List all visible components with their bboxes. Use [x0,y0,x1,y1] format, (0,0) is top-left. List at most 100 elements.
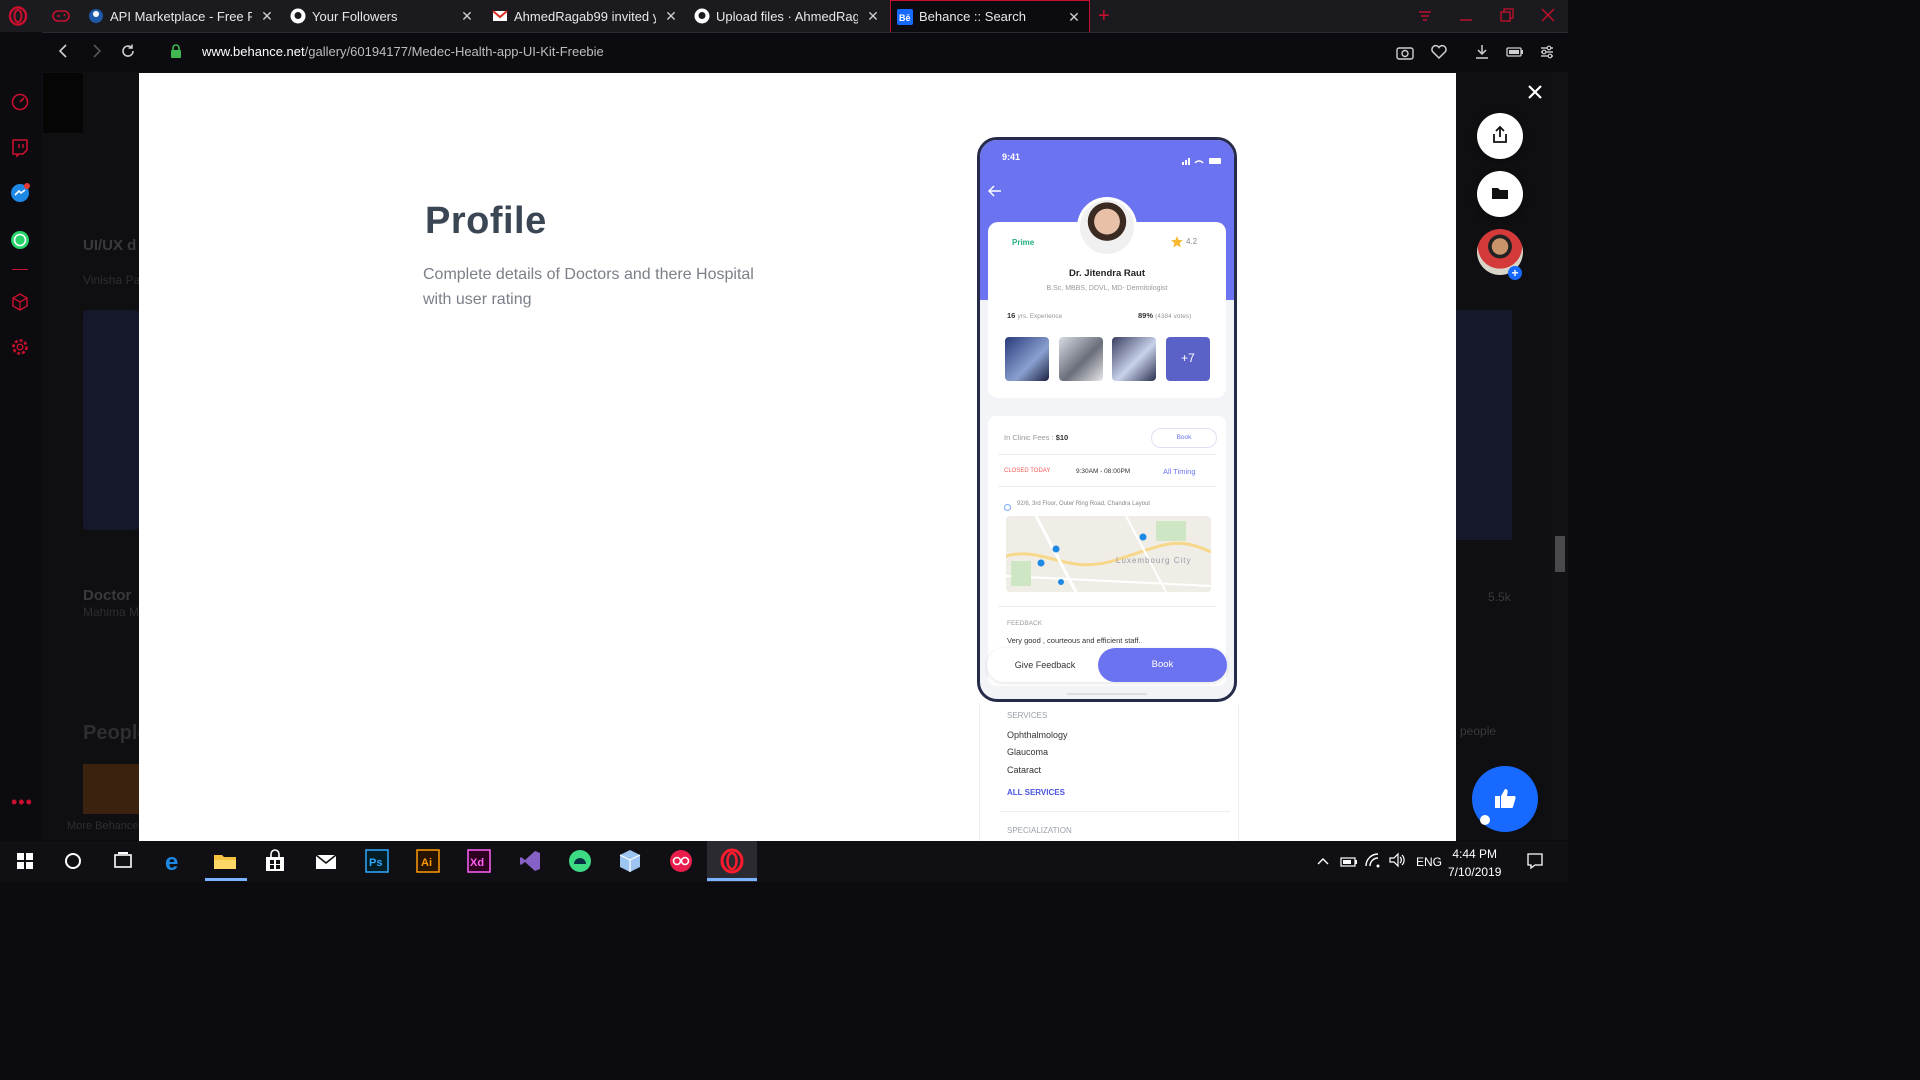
gmail-icon [492,8,508,24]
close-icon[interactable]: ✕ [460,9,474,23]
close-icon[interactable]: ✕ [1067,10,1081,24]
book-small-button[interactable]: Book [1151,428,1217,448]
fees-label: In Clinic Fees : [1004,433,1054,442]
language-indicator[interactable]: ENG [1416,855,1442,869]
back-arrow-icon[interactable] [987,184,1002,197]
more-photos-count: +7 [1181,351,1195,365]
photoshop-icon[interactable]: Ps [364,848,390,874]
cortana-icon[interactable] [60,848,86,874]
wifi-icon[interactable] [1364,852,1382,868]
tab-upload-files[interactable]: Upload files · AhmedRagab ✕ [688,0,888,32]
reload-icon[interactable] [120,43,136,59]
tab-label: Behance :: Search [919,9,1026,24]
follow-plus-icon[interactable]: + [1508,266,1522,280]
active-app-indicator [205,878,247,881]
file-explorer-icon[interactable] [212,848,238,874]
tab-behance-search[interactable]: Bē Behance :: Search ✕ [890,0,1090,32]
whatsapp-icon[interactable] [10,230,30,250]
window-close-icon[interactable] [1540,7,1556,23]
edge-icon[interactable]: e [162,848,188,876]
hospital-photo[interactable] [1005,337,1049,381]
cube-icon[interactable] [10,292,30,312]
action-center-icon[interactable] [1526,852,1544,870]
scrollbar-thumb[interactable] [1555,536,1565,572]
battery-icon[interactable] [1340,855,1358,867]
sidebar-divider [12,269,28,270]
flickr-like-app-icon[interactable] [668,848,694,874]
tab-your-followers[interactable]: Your Followers ✕ [284,0,482,32]
windows-start-icon[interactable] [12,848,38,874]
hidden-icons-chevron-icon[interactable] [1316,854,1330,868]
lock-icon[interactable] [170,44,182,58]
opera-sidebar: ••• [0,32,43,840]
phone-mockup: 9:41 Prime 4.2 Dr. Jitendra Raut B.Sc, M… [977,137,1237,702]
doctor-credentials: B.Sc, MBBS, DDVL, MD- Dermitologist [1046,285,1168,292]
svg-text:Bē: Bē [899,13,911,23]
restore-icon[interactable] [1499,7,1515,23]
easy-setup-icon[interactable] [1539,44,1555,60]
share-button[interactable] [1477,113,1523,159]
url-field[interactable]: www.behance.net/gallery/60194177/Medec-H… [202,44,604,59]
close-icon[interactable]: ✕ [260,9,274,23]
twitch-icon[interactable] [10,138,30,158]
tab-menu-icon[interactable] [1417,8,1433,24]
specialization-heading: SPECIALIZATION [1007,826,1072,835]
download-icon[interactable] [1474,44,1490,60]
all-services-link[interactable]: ALL SERVICES [1007,788,1065,797]
close-icon[interactable]: ✕ [866,9,880,23]
book-button[interactable]: Book [1098,648,1227,682]
bg-appreciations: 5.5k [1488,590,1511,604]
more-photos[interactable]: +7 [1166,337,1210,381]
new-tab-icon[interactable]: + [1098,6,1114,26]
volume-icon[interactable] [1388,852,1406,868]
heart-icon[interactable] [1430,44,1448,60]
forward-icon[interactable] [88,43,104,59]
hospital-photo[interactable] [1059,337,1103,381]
project-modal [139,73,1456,841]
avatar-photo [1080,200,1134,254]
mail-icon[interactable] [313,848,339,874]
bg-more-behance: More Behance [67,820,139,832]
tab-gmail-invite[interactable]: AhmedRagab99 invited you ✕ [486,0,686,32]
doctor-avatar [1077,197,1137,257]
svg-text:Xd: Xd [470,857,484,869]
gamepad-icon[interactable] [52,8,70,24]
modal-close-icon[interactable] [1527,84,1543,100]
battery-saver-icon[interactable] [1506,45,1524,57]
task-view-icon[interactable] [110,848,136,874]
tab-api-marketplace[interactable]: API Marketplace - Free Pub ✕ [82,0,282,32]
all-timing-link[interactable]: All Timing [1163,467,1196,476]
android-studio-icon[interactable] [567,848,593,874]
clinic-address: 92/6, 3rd Floor, Outer Ring Road, Chandr… [1017,501,1151,507]
bg-project-thumbnail [83,310,139,530]
back-icon[interactable] [56,43,72,59]
appreciate-dot [1480,815,1490,825]
virtualbox-icon[interactable] [617,848,643,874]
home-indicator [1067,693,1147,695]
minimize-icon[interactable] [1458,8,1474,24]
clinic-map[interactable]: Luxembourg City [1006,516,1211,592]
opening-hours: 9:30AM - 08:00PM [1076,468,1131,475]
closed-status: CLOSED TODAY [1004,468,1051,474]
save-to-collection-button[interactable] [1477,171,1523,217]
settings-gear-icon[interactable] [10,337,30,357]
adobe-xd-icon[interactable]: Xd [466,848,492,874]
camera-icon[interactable] [1396,44,1414,60]
feedback-heading: FEEDBACK [1007,620,1043,627]
system-clock[interactable]: 4:44 PM 7/10/2019 [1448,845,1501,881]
give-feedback-button[interactable]: Give Feedback [987,648,1103,682]
close-icon[interactable]: ✕ [664,9,678,23]
visual-studio-icon[interactable] [517,848,543,874]
more-icon[interactable]: ••• [11,792,33,813]
speed-dial-icon[interactable] [10,92,30,112]
illustrator-icon[interactable]: Ai [415,848,441,874]
behance-icon: Bē [897,8,913,25]
hospital-photo[interactable] [1112,337,1156,381]
page-scrollbar[interactable] [1552,72,1568,840]
folder-icon [1491,185,1509,201]
store-icon[interactable] [262,848,288,874]
tab-label: API Marketplace - Free Pub [110,8,252,24]
opera-taskbar-icon[interactable] [719,848,745,874]
opera-logo-icon[interactable] [8,6,28,26]
messenger-icon[interactable] [10,183,30,203]
